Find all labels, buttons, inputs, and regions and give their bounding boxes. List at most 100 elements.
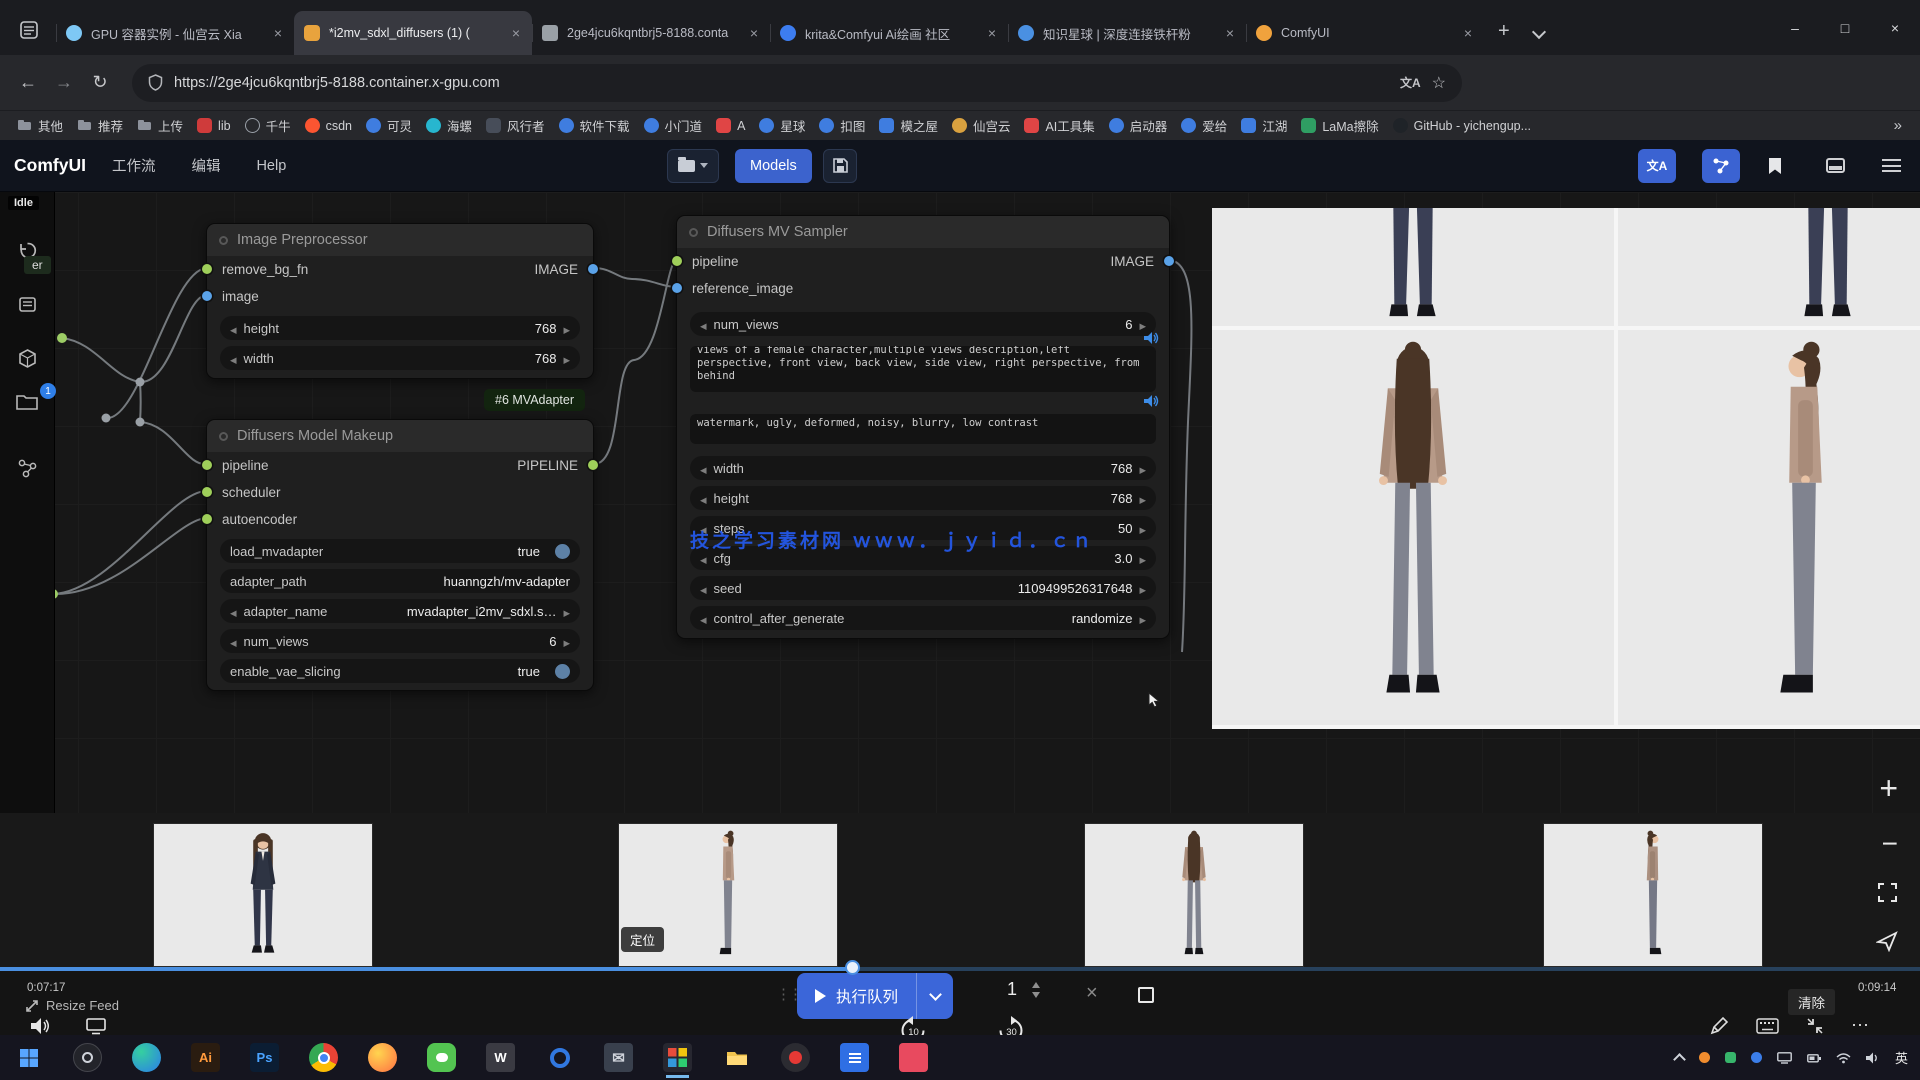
tray-expand-chevron[interactable] xyxy=(1673,1053,1686,1066)
clear-queue-button[interactable]: × xyxy=(1086,982,1098,1005)
tray-app-icon[interactable] xyxy=(1699,1052,1710,1063)
taskbar-obs[interactable] xyxy=(73,1043,102,1072)
bookmarks-overflow-chevron[interactable]: » xyxy=(1886,117,1910,134)
increment-icon[interactable] xyxy=(563,604,570,619)
tab-container[interactable]: 2ge4jcu6kqntbrj5-8188.conta × xyxy=(532,11,770,55)
sidebar-item-queue[interactable] xyxy=(14,291,40,317)
tray-display-icon[interactable] xyxy=(1777,1052,1792,1064)
widget-width[interactable]: width768 xyxy=(220,346,580,370)
tray-shield-icon[interactable] xyxy=(1725,1052,1736,1063)
decrement-icon[interactable] xyxy=(700,581,707,596)
taskbar-recorder[interactable] xyxy=(781,1043,810,1072)
translate-button[interactable]: 文A xyxy=(1638,149,1676,183)
increment-icon[interactable] xyxy=(1139,521,1146,536)
decrement-icon[interactable] xyxy=(700,491,707,506)
keyboard-icon[interactable] xyxy=(1756,1018,1779,1034)
taskbar-edge[interactable] xyxy=(132,1043,161,1072)
bookmark-item[interactable]: 海螺 xyxy=(419,114,479,138)
bookmark-item[interactable]: lib xyxy=(190,114,238,138)
taskbar-wps[interactable]: W xyxy=(486,1043,515,1072)
bookmark-item[interactable]: 推荐 xyxy=(70,114,130,138)
bookmark-button[interactable] xyxy=(1760,149,1790,183)
tab-list-chevron-icon[interactable] xyxy=(1532,25,1546,39)
bookmark-item[interactable]: 仙宫云 xyxy=(945,114,1018,138)
pencil-icon[interactable] xyxy=(1710,1016,1729,1035)
increment-icon[interactable] xyxy=(1032,982,1040,988)
node-title-bar[interactable]: Image Preprocessor xyxy=(207,224,593,256)
bookmark-item[interactable]: 可灵 xyxy=(359,114,419,138)
bookmark-item[interactable]: A xyxy=(709,114,752,138)
clear-button[interactable]: 清除 xyxy=(1788,989,1835,1015)
widget-height[interactable]: height768 xyxy=(220,316,580,340)
start-button[interactable] xyxy=(14,1043,43,1072)
more-options-icon[interactable]: ⋯ xyxy=(1851,1015,1870,1036)
display-icon[interactable] xyxy=(86,1018,106,1035)
window-minimize-button[interactable]: – xyxy=(1770,0,1820,55)
preview-image-back-view[interactable] xyxy=(1212,330,1614,725)
bookmark-item[interactable]: 小门道 xyxy=(637,114,710,138)
taskbar-photoshop[interactable]: Ps xyxy=(250,1043,279,1072)
increment-icon[interactable] xyxy=(1139,317,1146,332)
url-text[interactable]: https://2ge4jcu6kqntbrj5-8188.container.… xyxy=(174,75,1389,91)
taskbar-notes[interactable] xyxy=(840,1043,869,1072)
sidebar-item-node-library[interactable] xyxy=(14,455,40,481)
sidebar-item-models[interactable] xyxy=(14,345,40,371)
favorite-star-icon[interactable]: ☆ xyxy=(1432,73,1446,93)
collapse-dot-icon[interactable] xyxy=(219,432,228,441)
taskbar-firefox[interactable] xyxy=(368,1043,397,1072)
bookmark-item[interactable]: 模之屋 xyxy=(872,114,945,138)
save-workflow-button[interactable] xyxy=(823,149,857,183)
widget-enable-vae-slicing[interactable]: enable_vae_slicingtrue xyxy=(220,659,580,683)
frame-thumbnail-3[interactable] xyxy=(1084,823,1304,967)
prompt-textarea[interactable]: views of a female character,multiple vie… xyxy=(690,346,1156,392)
speaker-icon[interactable] xyxy=(1143,331,1159,345)
main-menu-button[interactable] xyxy=(1876,149,1906,183)
frame-thumbnail-4[interactable] xyxy=(1543,823,1763,967)
progress-knob[interactable] xyxy=(845,960,860,975)
widget-num-views[interactable]: num_views6 xyxy=(690,312,1156,336)
bottom-panel-button[interactable] xyxy=(1820,149,1850,183)
speaker-icon[interactable] xyxy=(30,1017,52,1035)
back-button[interactable]: ← xyxy=(10,65,46,101)
zoom-out-button[interactable]: − xyxy=(1882,828,1898,860)
bookmark-item[interactable]: csdn xyxy=(298,114,359,138)
fullscreen-button[interactable] xyxy=(1877,882,1898,903)
tab-zhishixingqiu[interactable]: 知识星球 | 深度连接铁杆粉 × xyxy=(1008,11,1246,55)
widget-adapter-path[interactable]: adapter_pathhuanngzh/mv-adapter xyxy=(220,569,580,593)
node-diffusers-mv-sampler[interactable]: Diffusers MV Sampler pipeline IMAGE refe… xyxy=(676,215,1170,639)
negative-prompt-textarea[interactable]: watermark, ugly, deformed, noisy, blurry… xyxy=(690,414,1156,444)
preview-image-side-view[interactable] xyxy=(1618,330,1920,725)
widget-width[interactable]: width768 xyxy=(690,456,1156,480)
output-pin-image[interactable] xyxy=(588,264,598,274)
run-options-chevron[interactable] xyxy=(917,994,953,999)
tab-krita-comfyui[interactable]: krita&Comfyui Ai绘画 社区 × xyxy=(770,11,1008,55)
taskbar-file-explorer[interactable] xyxy=(722,1043,751,1072)
bookmark-item[interactable]: 启动器 xyxy=(1102,114,1175,138)
bookmark-item[interactable]: 千牛 xyxy=(238,114,298,138)
node-image-preprocessor[interactable]: Image Preprocessor remove_bg_fn IMAGE im… xyxy=(206,223,594,379)
increment-icon[interactable] xyxy=(563,634,570,649)
bookmark-item[interactable]: 其他 xyxy=(10,114,70,138)
decrement-icon[interactable] xyxy=(230,321,237,336)
widget-height[interactable]: height768 xyxy=(690,486,1156,510)
bookmark-item[interactable]: LaMa擦除 xyxy=(1294,114,1385,138)
tray-app-icon[interactable] xyxy=(1751,1052,1762,1063)
volume-icon[interactable] xyxy=(1866,1052,1880,1064)
batch-count-stepper[interactable]: 1 xyxy=(1000,979,1040,1000)
tab-actions-icon[interactable] xyxy=(12,13,46,47)
node-title-bar[interactable]: Diffusers MV Sampler xyxy=(677,216,1169,248)
increment-icon[interactable] xyxy=(563,321,570,336)
taskbar-active-app[interactable] xyxy=(663,1043,692,1072)
widget-load-mvadapter[interactable]: load_mvadaptertrue xyxy=(220,539,580,563)
collapse-dot-icon[interactable] xyxy=(219,236,228,245)
address-bar[interactable]: https://2ge4jcu6kqntbrj5-8188.container.… xyxy=(132,64,1462,102)
tab-comfyui[interactable]: ComfyUI × xyxy=(1246,11,1484,55)
stop-button[interactable] xyxy=(1138,987,1154,1003)
node-canvas[interactable]: Idle 1 er Image Preprocessor remove_bg_f… xyxy=(0,192,1920,813)
decrement-icon[interactable] xyxy=(700,461,707,476)
toggle-knob[interactable] xyxy=(555,544,570,559)
reload-button[interactable]: ↻ xyxy=(82,65,118,101)
generated-views-preview[interactable] xyxy=(1212,208,1920,729)
bookmark-item[interactable]: 爱给 xyxy=(1174,114,1234,138)
clipped-node-title[interactable]: er xyxy=(24,256,51,274)
